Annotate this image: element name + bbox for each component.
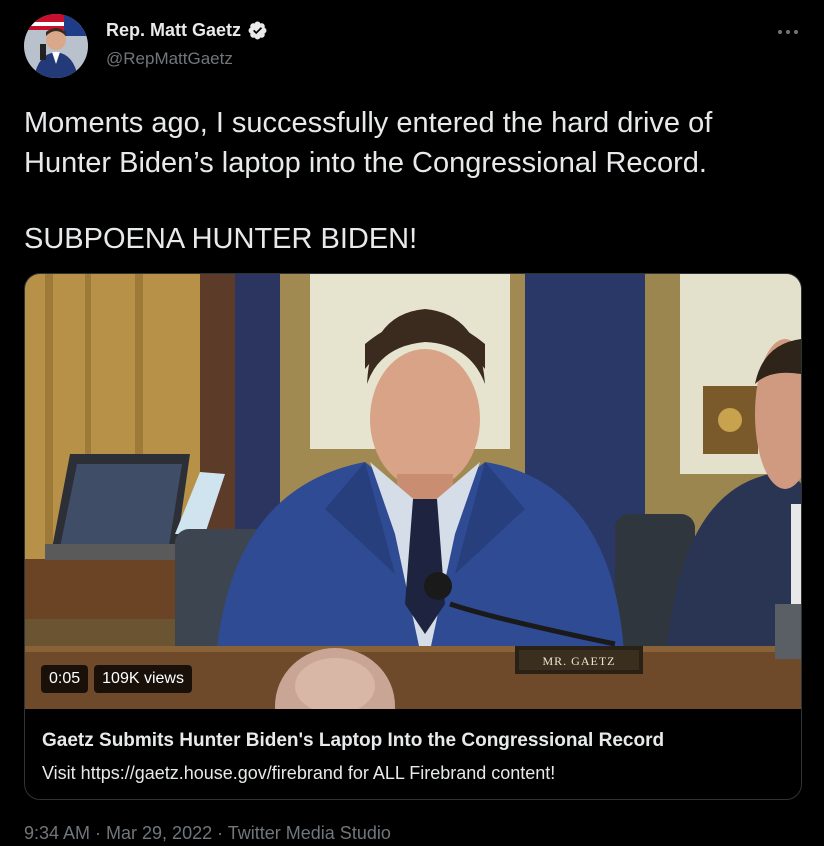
video-description: Visit https://gaetz.house.gov/firebrand … [42, 763, 556, 783]
tweet-text-line-2: Hunter Biden’s laptop into the Congressi… [24, 147, 707, 179]
more-options-icon[interactable] [776, 20, 800, 44]
video-views: 109K views [94, 665, 192, 693]
verified-badge-icon [248, 21, 267, 40]
video-overlay-badge: 0:05 109K views [41, 665, 192, 693]
tweet-text-line-1: Moments ago, I successfully entered the … [24, 107, 713, 139]
video-title[interactable]: Gaetz Submits Hunter Biden's Laptop Into… [42, 730, 664, 752]
avatar[interactable] [24, 14, 88, 78]
tweet-timestamp[interactable]: 9:34 AM · Mar 29, 2022 · Twitter Media S… [24, 823, 391, 844]
video-card[interactable]: MR. GAETZ 0:05 109K views Gaetz Submits … [24, 273, 802, 800]
author-name[interactable]: Rep. Matt Gaetz [106, 20, 268, 41]
nameplate-text: MR. GAETZ [543, 654, 616, 668]
author-handle[interactable]: @RepMattGaetz [106, 49, 233, 69]
video-frame: MR. GAETZ [25, 274, 801, 709]
author-display-name[interactable]: Rep. Matt Gaetz [106, 20, 241, 41]
video-duration: 0:05 [41, 665, 89, 693]
tweet: Rep. Matt Gaetz @RepMattGaetz Moments ag… [0, 0, 824, 846]
tweet-text-line-3: SUBPOENA HUNTER BIDEN! [24, 223, 418, 255]
avatar-image [24, 14, 88, 78]
video-player[interactable]: MR. GAETZ [25, 274, 801, 709]
